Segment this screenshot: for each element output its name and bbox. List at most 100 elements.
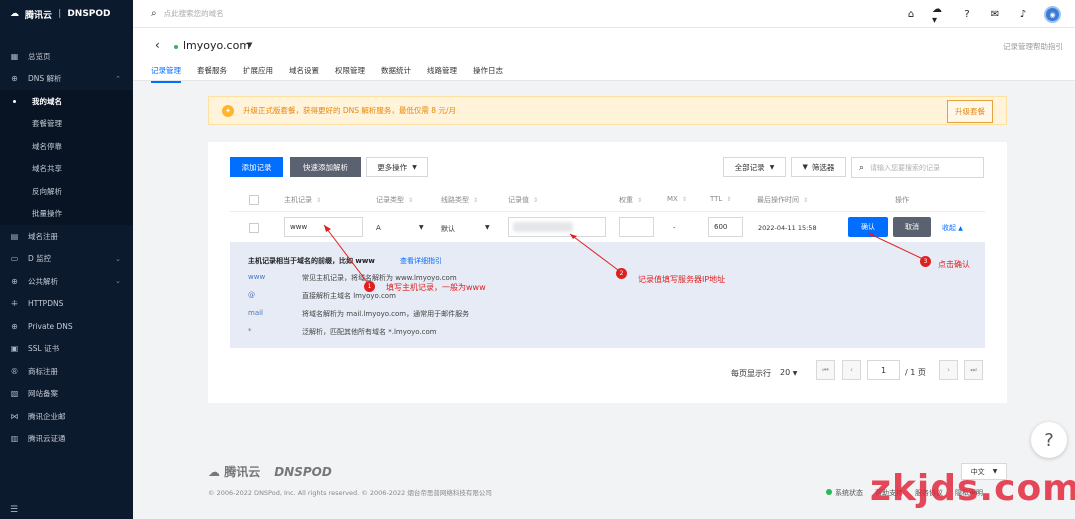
line-type-select[interactable]: 默认 [441, 224, 455, 234]
collapse-link[interactable]: 收起 ▲ [942, 223, 963, 233]
last-modified-time: 2022-04-11 15:58 [758, 224, 817, 232]
per-page-select[interactable]: 20 ▼ [780, 368, 797, 377]
col-value[interactable]: 记录值 ⇕ [508, 195, 538, 205]
add-record-button[interactable]: 添加记录 [230, 157, 283, 177]
page-number-input[interactable]: 1 [867, 360, 900, 380]
annotation-text: 记录值填写服务器IP地址 [638, 275, 726, 284]
annotation-badge: 3 [920, 256, 931, 267]
filter-button[interactable]: ▼ 筛选器 [791, 157, 846, 177]
sidebar-item-private-dns[interactable]: ⊕ Private DNS [0, 315, 133, 338]
avatar[interactable]: ◉ [1044, 6, 1061, 23]
sidebar-sub-my-domains[interactable]: 我的域名 [0, 90, 133, 113]
caret-down-icon[interactable]: ▼ [247, 41, 252, 49]
caret-down-icon[interactable]: ▼ [419, 224, 424, 231]
sidebar-item-id[interactable]: ▥ 腾讯云证通 [0, 428, 133, 451]
monitor-icon: ▭ [10, 254, 19, 264]
more-actions-button[interactable]: 更多操作 ▼ [366, 157, 428, 177]
col-line[interactable]: 线路类型 ⇕ [441, 195, 478, 205]
sidebar-item-ssl[interactable]: ▣ SSL 证书 [0, 338, 133, 361]
select-all-checkbox[interactable] [249, 195, 259, 205]
sidebar-item-domain-reg[interactable]: ▤ 域名注册 [0, 225, 133, 248]
network-icon: ⁜ [11, 299, 18, 309]
sidebar-item-d-monitor[interactable]: ▭ D 监控 ⌄ [0, 248, 133, 271]
tab-lines[interactable]: 线路管理 [427, 65, 457, 83]
weight-input[interactable] [619, 217, 654, 237]
prev-page-button[interactable]: ‹ [842, 360, 861, 380]
wechat-icon[interactable]: ✉ [988, 8, 1002, 22]
watermark: zkjds.com [870, 468, 1075, 509]
sidebar-sub-parking[interactable]: 域名停靠 [0, 135, 133, 158]
quick-add-button[interactable]: 快速添加解析 [290, 157, 361, 177]
help-float-button[interactable]: ? [1031, 422, 1067, 458]
sidebar-item-mail[interactable]: ⋈ 腾讯企业邮 [0, 405, 133, 428]
calendar-icon: ▤ [10, 231, 19, 241]
tab-permissions[interactable]: 权限管理 [335, 65, 365, 83]
help-icon[interactable]: ? [960, 8, 974, 22]
sidebar-sub-sharing[interactable]: 域名共享 [0, 158, 133, 181]
cancel-button[interactable]: 取消 [893, 217, 931, 237]
brand-logo[interactable]: ☁ 腾讯云 | DNSPOD [0, 0, 133, 28]
col-type[interactable]: 记录类型 ⇕ [376, 195, 413, 205]
host-record-input[interactable]: www [284, 217, 363, 237]
sidebar-item-icp[interactable]: ▧ 网站备案 [0, 383, 133, 406]
tab-domain-settings[interactable]: 域名设置 [289, 65, 319, 83]
certificate-icon: ▣ [10, 344, 19, 354]
sort-icon: ⇕ [726, 196, 732, 203]
detailed-guide-link[interactable]: 查看详细指引 [400, 256, 442, 266]
sidebar-item-public-dns[interactable]: ⊕ 公共解析 ⌄ [0, 270, 133, 293]
col-mx[interactable]: MX ⇕ [667, 195, 687, 203]
tab-logs[interactable]: 操作日志 [473, 65, 503, 83]
bell-icon[interactable]: ♪ [1016, 8, 1030, 22]
tab-stats[interactable]: 数据统计 [381, 65, 411, 83]
cloud-menu-icon[interactable]: ☁▾ [932, 4, 946, 26]
next-page-button[interactable]: › [939, 360, 958, 380]
col-weight[interactable]: 权重 ⇕ [619, 195, 642, 205]
col-ttl[interactable]: TTL ⇕ [710, 195, 731, 203]
chevron-down-icon: ⌄ [115, 254, 121, 263]
collapse-sidebar-icon[interactable]: ☰ [10, 505, 18, 515]
ttl-input[interactable]: 600 [708, 217, 743, 237]
confirm-button[interactable]: 确认 [848, 217, 888, 237]
sidebar-item-trademark[interactable]: ® 商标注册 [0, 360, 133, 383]
sidebar-sub-batch[interactable]: 批量操作 [0, 203, 133, 226]
record-search-input[interactable]: ⌕ 请输入您要搜索的记录 [851, 157, 984, 178]
blurred-ip-value [513, 222, 573, 232]
system-status-link[interactable]: 系统状态 [826, 488, 863, 498]
tab-packages[interactable]: 套餐服务 [197, 65, 227, 83]
sidebar-sub-reverse[interactable]: 反向解析 [0, 180, 133, 203]
row-checkbox[interactable] [249, 223, 259, 233]
back-arrow-icon[interactable]: ‹ [155, 38, 160, 52]
tip-example-desc: 将域名解析为 mail.lmyoyo.com，通常用于邮件服务 [302, 310, 470, 318]
upgrade-button[interactable]: 升级套餐 [947, 100, 993, 123]
trademark-icon: ® [10, 366, 19, 376]
caret-down-icon: ▼ [792, 370, 798, 377]
globe-icon: ⊕ [11, 321, 18, 331]
sidebar-item-httpdns[interactable]: ⁜ HTTPDNS [0, 293, 133, 316]
sort-icon: ⇕ [408, 197, 414, 204]
sort-icon: ⇕ [803, 197, 809, 204]
sort-icon: ⇕ [681, 196, 687, 203]
tab-bar: 记录管理 套餐服务 扩展应用 域名设置 权限管理 数据统计 线路管理 操作日志 [151, 65, 503, 83]
home-icon[interactable]: ⌂ [904, 8, 918, 22]
sidebar-item-overview[interactable]: ▦ 总览页 [0, 45, 133, 68]
caret-down-icon[interactable]: ▼ [485, 224, 490, 231]
col-host[interactable]: 主机记录 ⇕ [284, 195, 321, 205]
sidebar-item-dns[interactable]: ⊕ DNS 解析 ⌃ [0, 68, 133, 91]
sidebar-sub-packages[interactable]: 套餐管理 [0, 113, 133, 136]
last-page-button[interactable]: ⏭ [964, 360, 983, 380]
record-type-select[interactable]: A [376, 224, 381, 232]
tab-extensions[interactable]: 扩展应用 [243, 65, 273, 83]
mail-icon: ⋈ [10, 411, 19, 421]
first-page-button[interactable]: ⏮ [816, 360, 835, 380]
grid-icon: ▦ [10, 51, 19, 61]
tip-example-key: * [248, 327, 252, 335]
all-records-dropdown[interactable]: 全部记录 ▼ [723, 157, 786, 177]
help-guide-link[interactable]: 记录管理帮助指引 [1003, 41, 1063, 52]
domain-search-input[interactable]: 点此搜索您的域名 [164, 8, 224, 19]
domain-title[interactable]: lmyoyo.com [183, 39, 250, 52]
col-time[interactable]: 最后操作时间 ⇕ [757, 195, 808, 205]
annotation-badge: 1 [364, 281, 375, 292]
banner-text: 升级正式版套餐，获得更好的 DNS 解析服务，最低仅需 8 元/月 [243, 106, 456, 115]
tab-records[interactable]: 记录管理 [151, 65, 181, 83]
footer-logo: ☁ 腾讯云 DNSPOD [208, 464, 332, 480]
